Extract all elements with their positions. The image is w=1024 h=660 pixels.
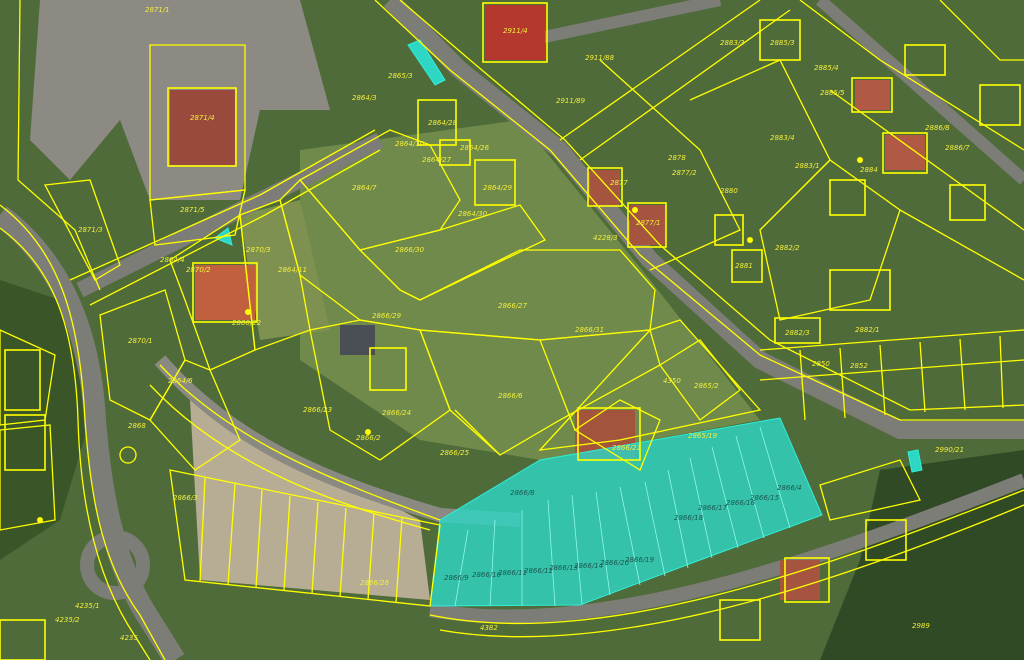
parcel-label: 4235/1 [75, 602, 100, 610]
parcel-label: 2870/2 [186, 266, 211, 274]
parcel-label: 2871/4 [190, 114, 215, 122]
parcel-label: 4350 [663, 377, 681, 385]
parcel-label: 2880 [720, 187, 738, 195]
parcel-label: 2866/25 [440, 449, 470, 457]
parcel-label: 2866/19 [625, 556, 655, 564]
parcel-label: 2866/4 [777, 484, 802, 492]
parcel-label: 2911/4 [503, 27, 528, 35]
parcel-label: 2864/10 [395, 140, 425, 148]
parcel-label: 4235 [120, 634, 138, 642]
parcel-label: 2864/29 [483, 184, 513, 192]
parcel-label: 2866/20 [600, 559, 630, 567]
parcel-label: 2884 [860, 166, 878, 174]
parcel-label: 2864/7 [352, 184, 377, 192]
parcel-label: 2864/6 [168, 377, 193, 385]
parcel-label: 2852 [850, 362, 868, 370]
parcel-label: 2877/2 [672, 169, 697, 177]
parcel-label: 4235/2 [55, 616, 80, 624]
parcel-label: 2866/14 [574, 562, 603, 570]
parcel-label: 2865/2 [694, 382, 719, 390]
parcel-label: 2866/6 [498, 392, 523, 400]
parcel-label: 2885/5 [820, 89, 845, 97]
parcel-label: 2870/1 [128, 337, 153, 345]
parcel-label: 2866/16 [726, 499, 756, 507]
parcel-label: 2871/3 [78, 226, 103, 234]
parcel-label: 2866/30 [395, 246, 425, 254]
parcel-label: 2881 [735, 262, 753, 270]
parcel-label: 4382 [480, 624, 498, 632]
parcel-label: 2871/1 [145, 6, 170, 14]
parcel-label: 2866/24 [382, 409, 411, 417]
parcel-label: 2885/3 [770, 39, 795, 47]
parcel-label: 2911/88 [585, 54, 615, 62]
parcel-label: 2877/1 [636, 219, 661, 227]
parcel-label: 2866/8 [510, 489, 535, 497]
parcel-label: 2990/21 [935, 446, 964, 454]
cadastral-map[interactable]: 2871/1 2871/4 2871/5 2871/3 2864/3 2865/… [0, 0, 1024, 660]
parcel-label: 2866/18 [674, 514, 704, 522]
parcel-label: 2877 [610, 179, 628, 187]
parcel-label: 2865/3 [388, 72, 413, 80]
marker-icon [747, 237, 753, 243]
parcel-label: 2866/3 [173, 494, 198, 502]
parcel-label: 2883/4 [770, 134, 795, 142]
parcel-label: 2882/2 [775, 244, 800, 252]
parcel-label: 2866/22 [232, 319, 262, 327]
parcel-label: 2886/8 [925, 124, 950, 132]
parcel-label: 2883/3 [720, 39, 745, 47]
marker-icon [857, 157, 863, 163]
parcel-label: 2871/5 [180, 206, 205, 214]
parcel-label: 2866/11 [498, 569, 527, 577]
parcel-label: 2866/10 [472, 571, 502, 579]
parcel-label: 4228/3 [593, 234, 618, 242]
parcel-label: 2911/89 [556, 97, 586, 105]
parcel-label: 2868 [128, 422, 146, 430]
parcel-label: 2989 [912, 622, 930, 630]
parcel-label: 2866/31 [575, 326, 604, 334]
marker-icon [632, 207, 638, 213]
parcel-label: 2886/7 [945, 144, 970, 152]
parcel-label: 2866/17 [698, 504, 728, 512]
parcel-label: 2866/27 [498, 302, 528, 310]
parcel-label: 2864/30 [458, 210, 488, 218]
parcel-label: 2882/1 [855, 326, 880, 334]
parcel-label: 2866/21 [612, 444, 641, 452]
parcel-label: 2864/27 [422, 156, 452, 164]
parcel-label: 2885/4 [814, 64, 839, 72]
parcel-label: 2866/23 [303, 406, 332, 414]
marker-icon [245, 309, 251, 315]
parcel-label: 2864/3 [352, 94, 377, 102]
parcel-label: 2866/12 [524, 567, 554, 575]
marker-icon [365, 429, 371, 435]
parcel-label: 2866/26 [360, 579, 390, 587]
marker-icon [37, 517, 43, 523]
parcel-label: 2864/26 [460, 144, 490, 152]
parcel-label: 2866/13 [549, 564, 578, 572]
parcel-label: 2866/2 [356, 434, 381, 442]
parcel-label: 2865/19 [688, 432, 718, 440]
parcel-label: 2883/1 [795, 162, 820, 170]
parcel-label: 2870/3 [246, 246, 271, 254]
parcel-label: 2850 [812, 360, 830, 368]
parcel-label: 2866/29 [372, 312, 402, 320]
parcel-label: 2864/28 [428, 119, 458, 127]
parcel-label: 2878 [668, 154, 686, 162]
parcel-label: 2864/11 [278, 266, 307, 274]
parcel-label: 2866/9 [444, 574, 469, 582]
parcel-label: 2864/4 [160, 256, 185, 264]
parcel-label: 2882/3 [785, 329, 810, 337]
